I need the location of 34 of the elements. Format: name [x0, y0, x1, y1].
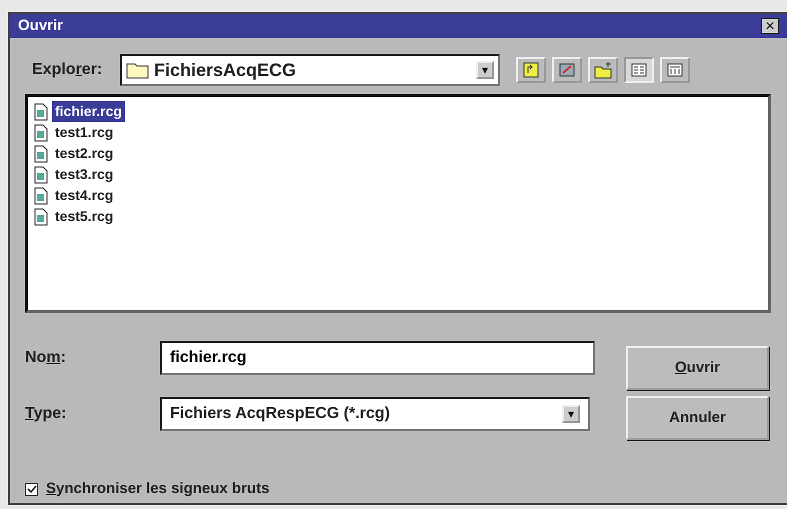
toolbar-button[interactable]: [624, 57, 654, 83]
checkbox-label[interactable]: Synchroniser les signeux bruts: [46, 478, 270, 500]
file-item[interactable]: test4.rcg: [52, 185, 116, 206]
file-item[interactable]: test3.rcg: [52, 164, 116, 185]
toolbar-button[interactable]: [660, 57, 690, 83]
file-item[interactable]: fichier.rcg: [52, 101, 125, 122]
details-view-icon: [666, 61, 684, 79]
file-icon: [34, 102, 48, 120]
dialog-button[interactable]: Ouvrir: [626, 346, 769, 390]
toolbar-button[interactable]: [588, 57, 618, 83]
file-item[interactable]: test2.rcg: [52, 143, 116, 164]
file-item[interactable]: test1.rcg: [52, 122, 116, 143]
dialog-button[interactable]: Annuler: [626, 396, 769, 440]
look-in-label: Explorer:: [32, 60, 104, 80]
look-in-dropdown[interactable]: FichiersAcqECG ▾: [120, 54, 500, 86]
file-icon: [34, 124, 48, 142]
close-button[interactable]: ×: [761, 18, 779, 34]
file-item[interactable]: test5.rcg: [52, 206, 116, 227]
file-icon: [34, 144, 48, 162]
file-icon: [34, 166, 48, 184]
folder-up-icon: [522, 61, 540, 79]
name-label: Nom:: [25, 348, 67, 368]
new-folder-icon: [594, 61, 612, 79]
toolbar-button[interactable]: [552, 57, 582, 83]
file-icon: [34, 186, 48, 204]
window-title: Ouvrir: [18, 16, 64, 36]
file-name-field[interactable]: fichier.rcg: [160, 341, 595, 375]
file-icon: [34, 208, 48, 226]
toolbar-button[interactable]: [516, 57, 546, 83]
file-type-dropdown[interactable]: Fichiers AcqRespECG (*.rcg) ▾: [160, 397, 590, 431]
type-label: Type:: [25, 404, 68, 424]
list-view-icon: [630, 61, 648, 79]
folder-icon: [126, 61, 150, 79]
checkbox[interactable]: [25, 482, 38, 496]
